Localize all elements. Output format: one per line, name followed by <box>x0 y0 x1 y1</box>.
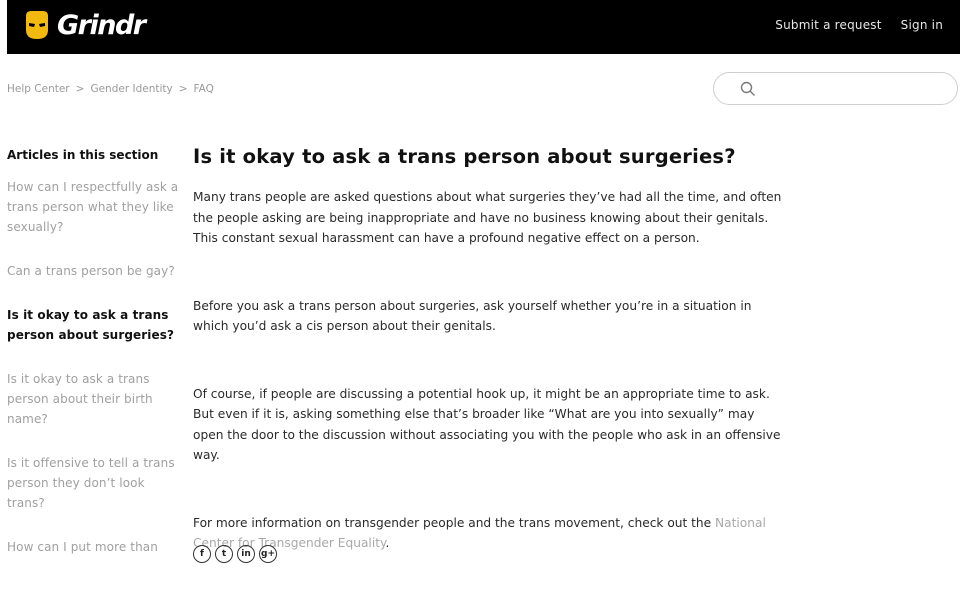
google-plus-icon[interactable]: g+ <box>259 545 277 563</box>
facebook-icon[interactable]: f <box>193 545 211 563</box>
sign-in-link[interactable]: Sign in <box>901 18 943 32</box>
article-paragraph: For more information on transgender peop… <box>193 513 783 554</box>
twitter-icon[interactable]: t <box>215 545 233 563</box>
article: Is it okay to ask a trans person about s… <box>193 145 783 601</box>
linkedin-icon[interactable]: in <box>237 545 255 563</box>
grindr-logo[interactable]: Grindr <box>23 8 146 42</box>
article-paragraph: Many trans people are asked questions ab… <box>193 190 782 245</box>
article-paragraph: Of course, if people are discussing a po… <box>193 386 781 463</box>
article-title: Is it okay to ask a trans person about s… <box>193 145 736 168</box>
search-box[interactable] <box>713 72 958 105</box>
paragraph-text: For more information on transgender peop… <box>193 515 716 530</box>
grindr-mask-icon <box>26 11 48 39</box>
sidebar-article-link[interactable]: How can I respectfully ask a trans perso… <box>7 177 179 237</box>
breadcrumb-gender-identity[interactable]: Gender Identity <box>90 83 172 95</box>
article-paragraph: Before you ask a trans person about surg… <box>193 298 752 334</box>
sidebar-title: Articles in this section <box>7 148 159 162</box>
search-icon <box>740 81 755 96</box>
site-header: Grindr Submit a request Sign in <box>7 0 960 54</box>
search-input[interactable] <box>766 78 950 102</box>
breadcrumb-help-center[interactable]: Help Center <box>7 83 70 95</box>
breadcrumb-faq[interactable]: FAQ <box>194 83 214 95</box>
paragraph-text: . <box>385 536 390 550</box>
sidebar-article-link-active[interactable]: Is it okay to ask a trans person about s… <box>7 305 179 345</box>
header-nav: Submit a request Sign in <box>775 18 943 32</box>
article-sidebar: Articles in this section How can I respe… <box>7 148 179 581</box>
submit-request-link[interactable]: Submit a request <box>775 18 881 32</box>
sidebar-article-link[interactable]: Is it okay to ask a trans person about t… <box>7 369 179 429</box>
share-buttons: f t in g+ <box>193 545 277 563</box>
breadcrumb-separator: > <box>75 83 85 95</box>
brand-name: Grindr <box>57 9 146 41</box>
breadcrumb: Help Center > Gender Identity > FAQ <box>7 83 214 95</box>
sidebar-article-link[interactable]: Is it offensive to tell a trans person t… <box>7 453 179 513</box>
sidebar-article-link[interactable]: How can I put more than <box>7 537 179 557</box>
sidebar-article-link[interactable]: Can a trans person be gay? <box>7 261 179 281</box>
breadcrumb-separator: > <box>178 83 188 95</box>
